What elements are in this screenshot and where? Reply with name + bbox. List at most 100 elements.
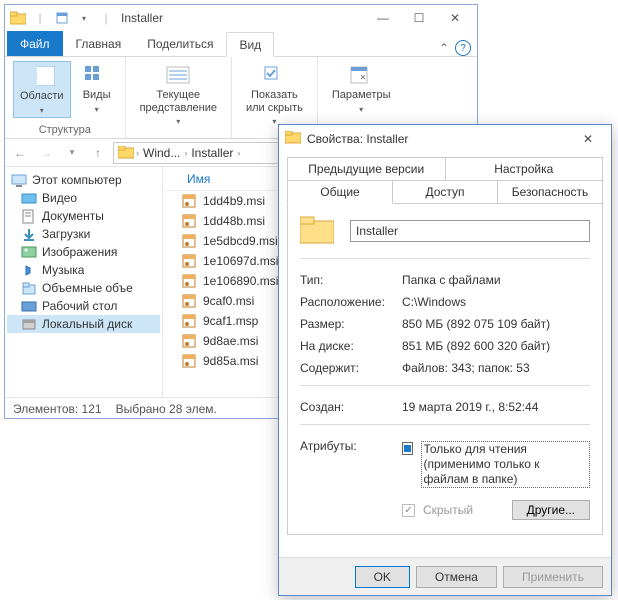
tree-item[interactable]: Видео xyxy=(7,189,160,207)
label-location: Расположение: xyxy=(300,295,402,309)
value-created: 19 марта 2019 г., 8:52:44 xyxy=(402,400,590,414)
minimize-button[interactable]: — xyxy=(365,7,401,29)
breadcrumb[interactable]: Installer xyxy=(189,146,235,160)
cancel-button[interactable]: Отмена xyxy=(416,566,497,588)
tree-item[interactable]: Объемные объе xyxy=(7,279,160,297)
tree-item[interactable]: Музыка xyxy=(7,261,160,279)
tree-item-label: Локальный диск xyxy=(42,317,132,331)
tree-item-icon xyxy=(21,281,37,295)
tree-item-label: Музыка xyxy=(42,263,84,277)
msi-icon xyxy=(181,233,197,249)
chevron-down-icon: ▾ xyxy=(40,106,44,115)
ribbon-options[interactable]: Параметры ▾ xyxy=(326,61,397,116)
tree-item-label: Видео xyxy=(42,191,77,205)
msi-icon xyxy=(181,293,197,309)
file-name: 9caf1.msp xyxy=(203,314,258,328)
label-created: Создан: xyxy=(300,400,402,414)
checkbox-icon xyxy=(260,63,288,87)
tab-security[interactable]: Безопасность xyxy=(498,180,603,204)
file-name: 9caf0.msi xyxy=(203,294,254,308)
tree-item[interactable]: Локальный диск xyxy=(7,315,160,333)
dialog-buttons: OK Отмена Применить xyxy=(279,557,611,595)
tab-view[interactable]: Вид xyxy=(226,32,274,57)
back-button[interactable]: ← xyxy=(9,142,31,164)
checkbox-readonly[interactable] xyxy=(402,442,413,455)
tree-item-label: Изображения xyxy=(42,245,117,259)
file-name: 9d85a.msi xyxy=(203,354,258,368)
qat-down-icon[interactable]: ▾ xyxy=(75,9,93,27)
label-size: Размер: xyxy=(300,317,402,331)
ribbon-views[interactable]: Виды ▾ xyxy=(77,61,117,118)
nav-tree[interactable]: Этот компьютер Видео Документы Загрузки Изо… xyxy=(5,167,163,397)
file-name: 1e106890.msi xyxy=(203,274,278,288)
file-name: 1dd48b.msi xyxy=(203,214,265,228)
tree-item[interactable]: Изображения xyxy=(7,243,160,261)
forward-button[interactable]: → xyxy=(35,142,57,164)
apply-button[interactable]: Применить xyxy=(503,566,603,588)
tab-share[interactable]: Поделиться xyxy=(134,31,226,56)
tree-item-icon xyxy=(21,299,37,313)
msi-icon xyxy=(181,353,197,369)
up-button[interactable]: ↑ xyxy=(87,142,109,164)
tree-item-icon xyxy=(21,317,37,331)
tree-item-label: Загрузки xyxy=(42,227,90,241)
ribbon-current-view[interactable]: Текущее представление ▾ xyxy=(134,61,223,128)
value-contains: Файлов: 343; папок: 53 xyxy=(402,361,590,375)
tree-item[interactable]: Рабочий стол xyxy=(7,297,160,315)
ribbon-panes[interactable]: Области ▾ xyxy=(13,61,71,118)
recent-button[interactable]: ▾ xyxy=(61,142,83,164)
tab-customize[interactable]: Настройка xyxy=(446,157,604,181)
value-type: Папка с файлами xyxy=(402,273,590,287)
label-contains: Содержит: xyxy=(300,361,402,375)
pc-icon xyxy=(11,173,27,187)
close-button[interactable]: ✕ xyxy=(437,7,473,29)
close-button[interactable]: ✕ xyxy=(571,129,605,149)
tree-item-icon xyxy=(21,245,37,259)
chevron-right-icon[interactable]: › xyxy=(184,148,187,158)
label-type: Тип: xyxy=(300,273,402,287)
file-name: 9d8ae.msi xyxy=(203,334,258,348)
maximize-button[interactable]: ☐ xyxy=(401,7,437,29)
tree-label: Этот компьютер xyxy=(32,173,122,187)
tree-item-icon xyxy=(21,263,37,277)
msi-icon xyxy=(181,213,197,229)
chevron-right-icon[interactable]: › xyxy=(136,148,139,158)
options-icon xyxy=(347,63,375,87)
dialog-title: Свойства: Installer xyxy=(307,132,408,146)
tree-item[interactable]: Документы xyxy=(7,207,160,225)
help-icon[interactable]: ? xyxy=(455,40,471,56)
folder-icon xyxy=(118,146,134,159)
tree-this-pc[interactable]: Этот компьютер xyxy=(7,171,160,189)
breadcrumb[interactable]: Wind... xyxy=(141,146,182,160)
chevron-down-icon: ▾ xyxy=(272,117,276,126)
ribbon-show-hide[interactable]: Показать или скрыть ▾ xyxy=(240,61,309,128)
tab-sharing[interactable]: Доступ xyxy=(393,180,498,204)
label-readonly: Только для чтения(применимо только к фай… xyxy=(421,441,591,488)
value-size: 850 МБ (892 075 109 байт) xyxy=(402,317,590,331)
other-attributes-button[interactable]: Другие... xyxy=(512,500,590,520)
tab-previous-versions[interactable]: Предыдущие версии xyxy=(287,157,446,181)
tab-home[interactable]: Главная xyxy=(63,31,135,56)
file-name: 1dd4b9.msi xyxy=(203,194,265,208)
value-location: C:\Windows xyxy=(402,295,590,309)
tree-item-label: Объемные объе xyxy=(42,281,133,295)
chevron-down-icon: ▾ xyxy=(359,105,363,114)
folder-large-icon xyxy=(300,216,334,246)
tab-general-content: Тип:Папка с файлами Расположение:C:\Wind… xyxy=(287,204,603,535)
label-hidden: Скрытый xyxy=(423,503,473,518)
qat-properties-icon[interactable] xyxy=(53,9,71,27)
tab-general[interactable]: Общие xyxy=(287,180,393,204)
msi-icon xyxy=(181,273,197,289)
chevron-right-icon[interactable]: › xyxy=(237,148,240,158)
explorer-titlebar[interactable]: | ▾ | Installer — ☐ ✕ xyxy=(5,5,477,31)
dialog-titlebar[interactable]: Свойства: Installer ✕ xyxy=(279,125,611,153)
ribbon-group-label: Структура xyxy=(39,124,91,136)
ok-button[interactable]: OK xyxy=(355,566,410,588)
folder-name-input[interactable] xyxy=(350,220,590,242)
qat-sep: | xyxy=(31,9,49,27)
tab-file[interactable]: Файл xyxy=(7,31,63,56)
tree-item[interactable]: Загрузки xyxy=(7,225,160,243)
status-count: Элементов: 121 xyxy=(13,402,102,416)
ribbon-collapse-icon[interactable]: ⌃ xyxy=(439,41,449,55)
folder-icon xyxy=(285,131,301,147)
